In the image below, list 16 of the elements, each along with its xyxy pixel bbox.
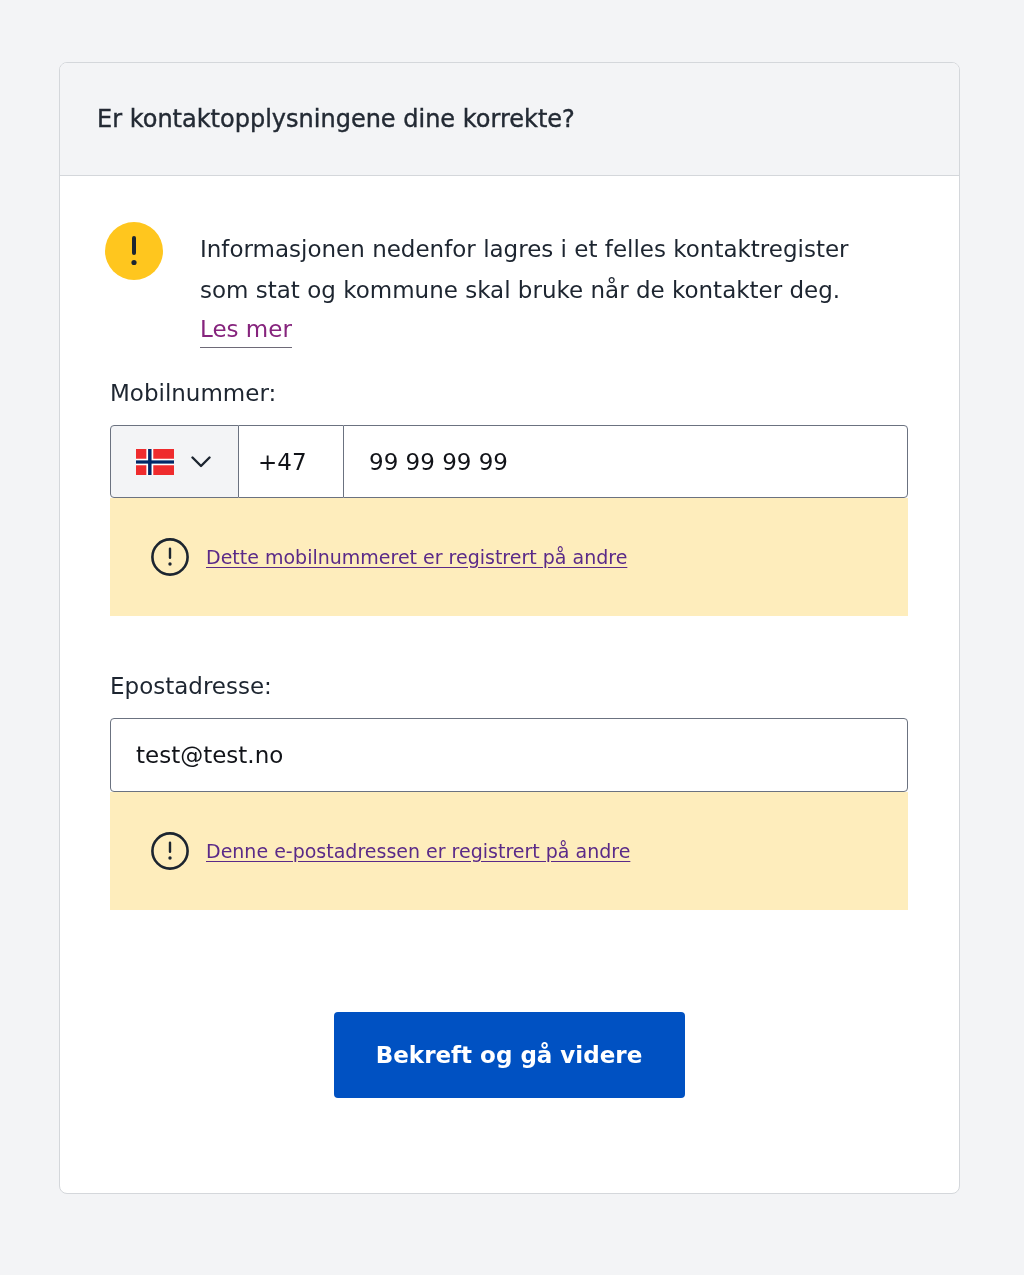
- field-label: Mobilnummer:: [110, 379, 277, 408]
- warning-link[interactable]: Dette mobilnummeret er registrert på andre: [206, 546, 628, 568]
- notice-text: Informasjonen nedenfor lagres i et felles kontaktregister som stat og kommune skal bruke når de kontakter deg.: [200, 235, 850, 305]
- field-label: Epostadresse:: [110, 672, 272, 701]
- country-select[interactable]: [110, 425, 239, 498]
- card-title: Er kontaktopplysningene dine korrekte?: [97, 105, 575, 133]
- read-more-link[interactable]: Les mer: [200, 311, 292, 348]
- confirm-button[interactable]: Bekreft og gå videre: [333, 1012, 685, 1098]
- warning-link[interactable]: Denne e-postadressen er registrert på andre: [206, 840, 631, 862]
- alert-icon: [151, 832, 189, 870]
- warning-icon: [105, 222, 163, 280]
- phone-input[interactable]: 99 99 99 99: [343, 425, 908, 498]
- email-input[interactable]: test@test.no: [110, 718, 908, 792]
- chevron-down-icon: [191, 455, 211, 468]
- alert-icon: [151, 538, 189, 576]
- flag-icon: [136, 448, 174, 475]
